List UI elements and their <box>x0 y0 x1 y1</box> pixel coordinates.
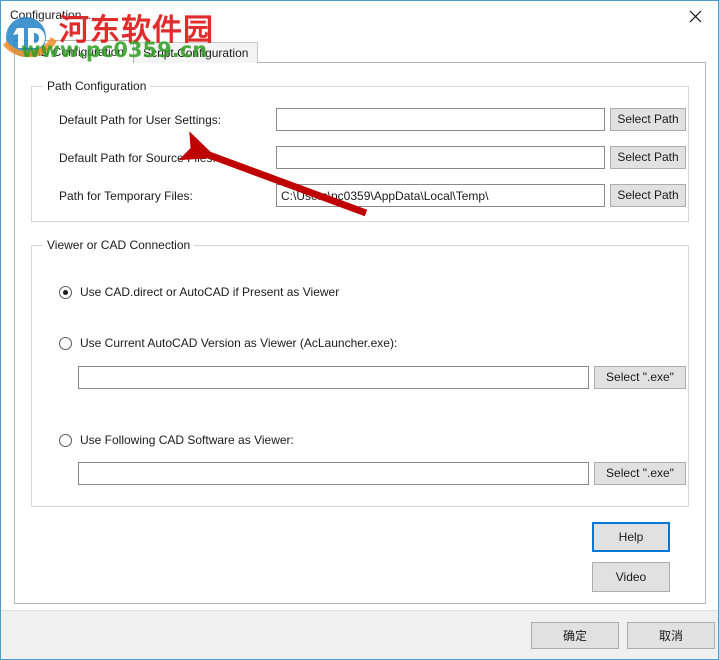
dialog-footer: 确定 取消 <box>1 610 718 659</box>
radio-cad-direct[interactable] <box>59 285 72 299</box>
path-configuration-title: Path Configuration <box>43 79 151 93</box>
ok-button[interactable]: 确定 <box>531 622 619 649</box>
radio-label-current-autocad: Use Current AutoCAD Version as Viewer (A… <box>80 336 398 350</box>
help-button[interactable]: Help <box>592 522 670 552</box>
label-default-path-user-settings: Default Path for User Settings: <box>59 113 222 127</box>
tab-panel-cad-configuration: Path Configuration Default Path for User… <box>14 62 706 604</box>
tab-cad-configuration-label: CAD Configuration <box>24 45 125 59</box>
radio-row-current-autocad[interactable]: Use Current AutoCAD Version as Viewer (A… <box>59 336 397 350</box>
radio-row-following-cad[interactable]: Use Following CAD Software as Viewer: <box>59 433 294 447</box>
configuration-dialog: Configuration ... CAD Configuration Scri… <box>0 0 719 660</box>
label-path-temporary-files: Path for Temporary Files: <box>59 189 193 203</box>
tab-script-configuration[interactable]: Script Configuration <box>133 42 259 63</box>
radio-label-following-cad: Use Following CAD Software as Viewer: <box>80 433 294 447</box>
input-default-path-source-files[interactable] <box>276 146 605 169</box>
viewer-cad-connection-group: Viewer or CAD Connection Use CAD.direct … <box>31 238 689 507</box>
radio-row-cad-direct[interactable]: Use CAD.direct or AutoCAD if Present as … <box>59 285 339 299</box>
tab-cad-configuration[interactable]: CAD Configuration <box>14 40 135 63</box>
select-path-button-source-files[interactable]: Select Path <box>610 146 686 169</box>
viewer-cad-connection-title: Viewer or CAD Connection <box>43 238 195 252</box>
radio-following-cad[interactable] <box>59 433 72 447</box>
cancel-button[interactable]: 取消 <box>627 622 715 649</box>
select-exe-button-following-cad[interactable]: Select ".exe" <box>594 462 686 485</box>
tab-script-configuration-label: Script Configuration <box>143 46 249 60</box>
input-following-cad-path[interactable] <box>78 462 589 485</box>
input-default-path-user-settings[interactable] <box>276 108 605 131</box>
title-bar: Configuration ... <box>1 1 718 35</box>
video-button[interactable]: Video <box>592 562 670 592</box>
label-default-path-source-files: Default Path for Source Files: <box>59 151 216 165</box>
input-path-temporary-files[interactable] <box>276 184 605 207</box>
select-path-button-user-settings[interactable]: Select Path <box>610 108 686 131</box>
select-exe-button-current-autocad[interactable]: Select ".exe" <box>594 366 686 389</box>
window-title: Configuration ... <box>10 8 95 22</box>
select-path-button-temporary-files[interactable]: Select Path <box>610 184 686 207</box>
input-current-autocad-path[interactable] <box>78 366 589 389</box>
close-icon <box>689 10 701 22</box>
radio-label-cad-direct: Use CAD.direct or AutoCAD if Present as … <box>80 285 340 299</box>
close-button[interactable] <box>672 1 718 31</box>
radio-current-autocad[interactable] <box>59 336 72 350</box>
tab-strip: CAD Configuration Script Configuration <box>14 40 259 63</box>
path-configuration-group: Path Configuration Default Path for User… <box>31 79 689 222</box>
